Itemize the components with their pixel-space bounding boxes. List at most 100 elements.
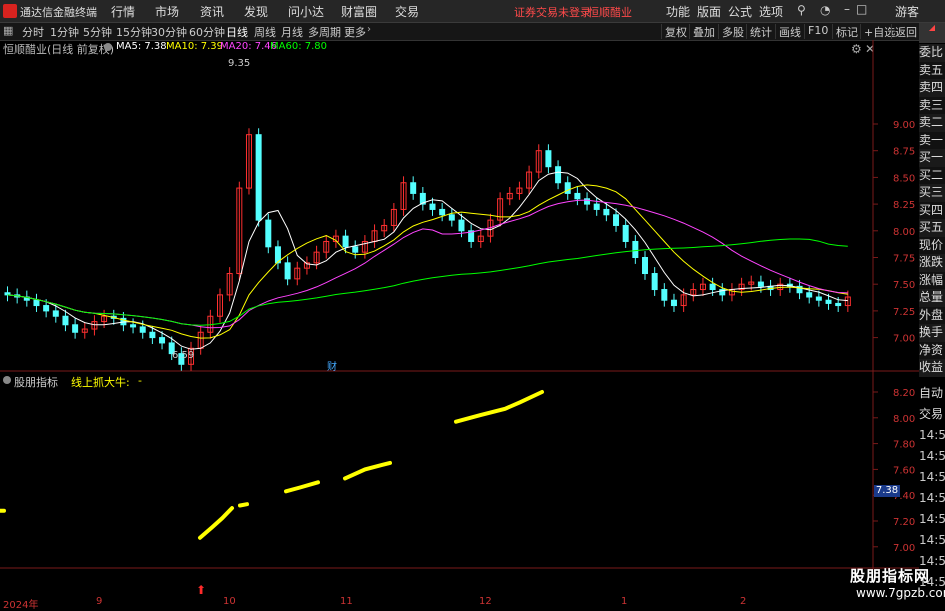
tool-fuquan[interactable]: 复权 <box>661 24 690 39</box>
quote-field-label: 卖五 <box>919 61 945 79</box>
period-30min[interactable]: 30分钟 <box>151 24 187 40</box>
chevron-right-icon[interactable]: › <box>367 24 371 35</box>
candle-body <box>670 299 677 307</box>
candle-body <box>439 208 446 216</box>
candle-body <box>757 281 764 287</box>
tick-header-label[interactable]: 交易 <box>919 404 945 425</box>
candle-body <box>651 273 658 291</box>
period-more[interactable]: 更多 <box>344 24 366 40</box>
watermark-url: www.7gpzb.com <box>856 586 945 600</box>
period-60min[interactable]: 60分钟 <box>189 24 225 40</box>
tool-diejia[interactable]: 叠加 <box>689 24 718 39</box>
quote-field-label: 卖二 <box>919 114 945 132</box>
maximize-icon[interactable]: □ <box>856 2 873 16</box>
tick-header-label[interactable]: 自动 <box>919 383 945 404</box>
quote-field-label: 涨幅 <box>919 271 945 289</box>
quote-field-label: 净资 <box>919 341 945 359</box>
period-15min[interactable]: 15分钟 <box>116 24 152 40</box>
period-5min[interactable]: 5分钟 <box>83 24 112 40</box>
grid-icon[interactable]: ▦ <box>3 24 13 37</box>
menu-xuanxiang[interactable]: 选项 <box>759 3 783 20</box>
price-axis-label: 7.25 <box>893 307 915 318</box>
quote-field-label: 外盘 <box>919 306 945 324</box>
candle-body <box>62 315 69 326</box>
minimize-icon[interactable]: – <box>844 2 856 16</box>
quote-field-label: 买三 <box>919 184 945 202</box>
date-axis <box>0 596 919 609</box>
tool-back[interactable]: 返回 <box>891 24 920 39</box>
quote-field-label: 换手 <box>919 324 945 342</box>
headset-icon[interactable]: ◔ <box>820 3 830 17</box>
tool-tongji[interactable]: 统计 <box>746 24 775 39</box>
menu-zixun[interactable]: 资讯 <box>200 3 224 20</box>
period-1min[interactable]: 1分钟 <box>50 24 79 40</box>
menu-banmian[interactable]: 版面 <box>697 3 721 20</box>
menu-hangqing[interactable]: 行情 <box>111 3 135 20</box>
quote-field-label: 涨跌 <box>919 254 945 272</box>
price-axis-label: 7.00 <box>893 334 915 345</box>
cai-news-marker[interactable]: 财 <box>327 358 337 373</box>
menu-jiaoyi[interactable]: 交易 <box>395 3 419 20</box>
period-daily[interactable]: 日线 <box>226 24 248 40</box>
menu-caifuquan[interactable]: 财富圈 <box>341 3 377 20</box>
high-price-label: 9.35 <box>228 58 251 69</box>
menu-gongneng[interactable]: 功能 <box>666 3 690 20</box>
indicator-axis-label: 7.20 <box>893 517 915 528</box>
menu-shichang[interactable]: 市场 <box>155 3 179 20</box>
menu-gongshi[interactable]: 公式 <box>728 3 752 20</box>
candle-body <box>139 326 146 333</box>
indicator-name[interactable]: 股朋指标 <box>14 374 58 390</box>
quote-field-label: 收益 <box>919 359 945 377</box>
period-weekly[interactable]: 周线 <box>254 24 276 40</box>
candle-body <box>825 299 832 304</box>
quote-field-label: 卖三 <box>919 96 945 114</box>
search-icon[interactable]: ⚲ <box>797 3 806 17</box>
tick-time: 14:56 <box>919 470 945 484</box>
indicator-segment <box>198 506 234 540</box>
period-monthly[interactable]: 月线 <box>281 24 303 40</box>
candle-body <box>448 214 455 221</box>
period-multi[interactable]: 多周期 <box>308 24 341 40</box>
tick-time: 14:56 <box>919 449 945 463</box>
tool-biaoji[interactable]: 标记 <box>832 24 861 39</box>
candle-body <box>603 208 610 216</box>
candle-body <box>149 331 156 339</box>
candle-body <box>545 150 552 168</box>
period-fenshi[interactable]: 分时 <box>22 24 44 40</box>
trade-login-notice[interactable]: 证券交易未登录 <box>514 4 591 20</box>
kline-chart[interactable]: 9.00 8.75 8.50 8.25 8.00 7.75 7.50 7.25 7.00 8.2… <box>0 40 919 570</box>
tool-huaxian[interactable]: 画线 <box>775 24 804 39</box>
candle-body <box>584 198 591 205</box>
indicator-axis-label: 7.60 <box>893 465 915 476</box>
date-label-1: 1 <box>621 596 628 607</box>
menu-wenxiaoda[interactable]: 问小达 <box>288 3 324 20</box>
candle-body <box>265 219 272 248</box>
candle-body <box>284 262 291 280</box>
candle-body <box>43 305 50 312</box>
guest-login[interactable]: 游客 <box>895 3 919 20</box>
right-panel-header[interactable]: ◢ <box>919 23 945 43</box>
window-controls[interactable]: –□ <box>844 2 873 16</box>
candle-body <box>159 337 166 344</box>
ma60-line <box>7 238 848 326</box>
indicator-menu-icon[interactable] <box>3 376 11 384</box>
watermark-title: 股朋指标网 <box>850 567 931 585</box>
tick-time: 14:56 <box>919 428 945 442</box>
candle-body <box>593 203 600 210</box>
tool-f10[interactable]: F10 <box>804 24 831 39</box>
menu-faxian[interactable]: 发现 <box>244 3 268 20</box>
quote-panel: 委比 卖五 卖四 卖三 卖二 卖一 买一 买二 买三 买四 买五 现价 涨跌 涨幅 总量 外盘 换手 净资 收益 <box>919 44 945 377</box>
app-logo-icon <box>3 4 17 18</box>
candle-body <box>52 310 59 317</box>
indicator-line-value: - <box>138 374 142 387</box>
current-price-tag: 7.38 <box>874 485 900 497</box>
quote-field-label: 买二 <box>919 166 945 184</box>
indicator-segment <box>238 502 249 508</box>
tool-duogu[interactable]: 多股 <box>718 24 747 39</box>
date-label-12: 12 <box>479 596 492 607</box>
price-axis-label: 7.50 <box>893 280 915 291</box>
candle-body <box>622 224 629 242</box>
tick-panel: 自动交易14:5614:5614:5614:5614:5614:5614:561… <box>919 383 945 593</box>
candle-body <box>613 214 620 226</box>
buy-arrow-icon: ⬆ <box>196 583 207 597</box>
